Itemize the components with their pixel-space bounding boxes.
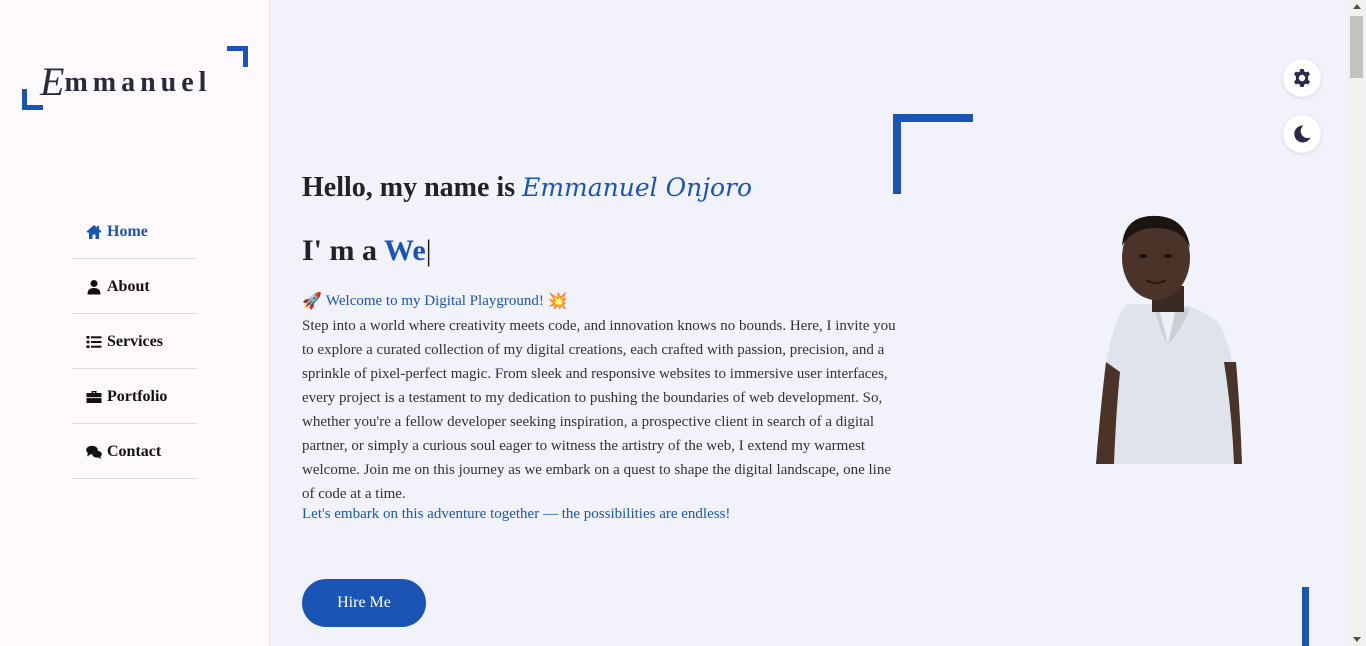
list-icon xyxy=(86,335,102,348)
nav-item-portfolio[interactable]: Portfolio xyxy=(72,370,197,424)
settings-button[interactable] xyxy=(1283,59,1321,97)
nav-item-label: Home xyxy=(107,222,148,240)
home-icon xyxy=(86,224,102,239)
nav-item-services[interactable]: Services xyxy=(72,315,197,369)
theme-toggle-button[interactable] xyxy=(1283,115,1321,153)
role-typed-text: We xyxy=(383,234,426,267)
sidebar: Emmanuel Home About Services Portfolio C… xyxy=(0,0,270,646)
role-heading: I' m a We| xyxy=(302,234,432,268)
bar-decoration xyxy=(1302,587,1309,646)
main-content: Hello, my name is Emmanuel Onjoro I' m a… xyxy=(270,0,1348,646)
nav-item-about[interactable]: About xyxy=(72,260,197,314)
nav-item-label: Services xyxy=(107,332,163,350)
rocket-icon: 🚀 xyxy=(302,293,322,310)
logo-rest: mmanuel xyxy=(64,67,212,98)
corner-decoration xyxy=(893,114,973,194)
logo-text: Emmanuel xyxy=(40,54,212,104)
intro-paragraph: Step into a world where creativity meets… xyxy=(302,318,896,502)
nav-item-label: About xyxy=(107,277,150,295)
comments-icon xyxy=(86,445,102,459)
nav-item-contact[interactable]: Contact xyxy=(72,425,197,479)
scroll-up-arrow-icon[interactable] xyxy=(1353,4,1361,9)
welcome-text: Welcome to my Digital Playground! xyxy=(325,292,544,309)
hire-me-button[interactable]: Hire Me xyxy=(302,579,426,627)
vertical-scrollbar[interactable] xyxy=(1348,0,1366,646)
logo[interactable]: Emmanuel xyxy=(22,46,248,110)
logo-initial: E xyxy=(40,59,65,104)
moon-icon xyxy=(1294,125,1311,143)
role-prefix: I' m a xyxy=(302,234,377,267)
hero-name: Emmanuel Onjoro xyxy=(522,173,753,202)
briefcase-icon xyxy=(86,390,102,403)
nav-item-home[interactable]: Home xyxy=(72,205,197,259)
nav-item-label: Contact xyxy=(107,442,162,460)
logo-bracket-top-right xyxy=(227,46,248,67)
user-icon xyxy=(87,279,101,294)
typing-cursor: | xyxy=(425,234,432,267)
greeting-heading: Hello, my name is Emmanuel Onjoro xyxy=(302,172,752,204)
greeting-text: Hello, my name is xyxy=(302,172,516,203)
profile-photo xyxy=(1096,215,1242,464)
tagline: Let's embark on this adventure together … xyxy=(302,506,731,522)
scrollbar-thumb[interactable] xyxy=(1350,16,1363,78)
gear-icon xyxy=(1294,69,1310,87)
collision-icon: 💥 xyxy=(547,293,568,310)
nav-item-label: Portfolio xyxy=(107,387,168,405)
welcome-line: 🚀 Welcome to my Digital Playground! 💥 xyxy=(302,291,572,311)
main-nav: Home About Services Portfolio Contact xyxy=(72,205,197,479)
scroll-down-arrow-icon[interactable] xyxy=(1353,637,1361,642)
